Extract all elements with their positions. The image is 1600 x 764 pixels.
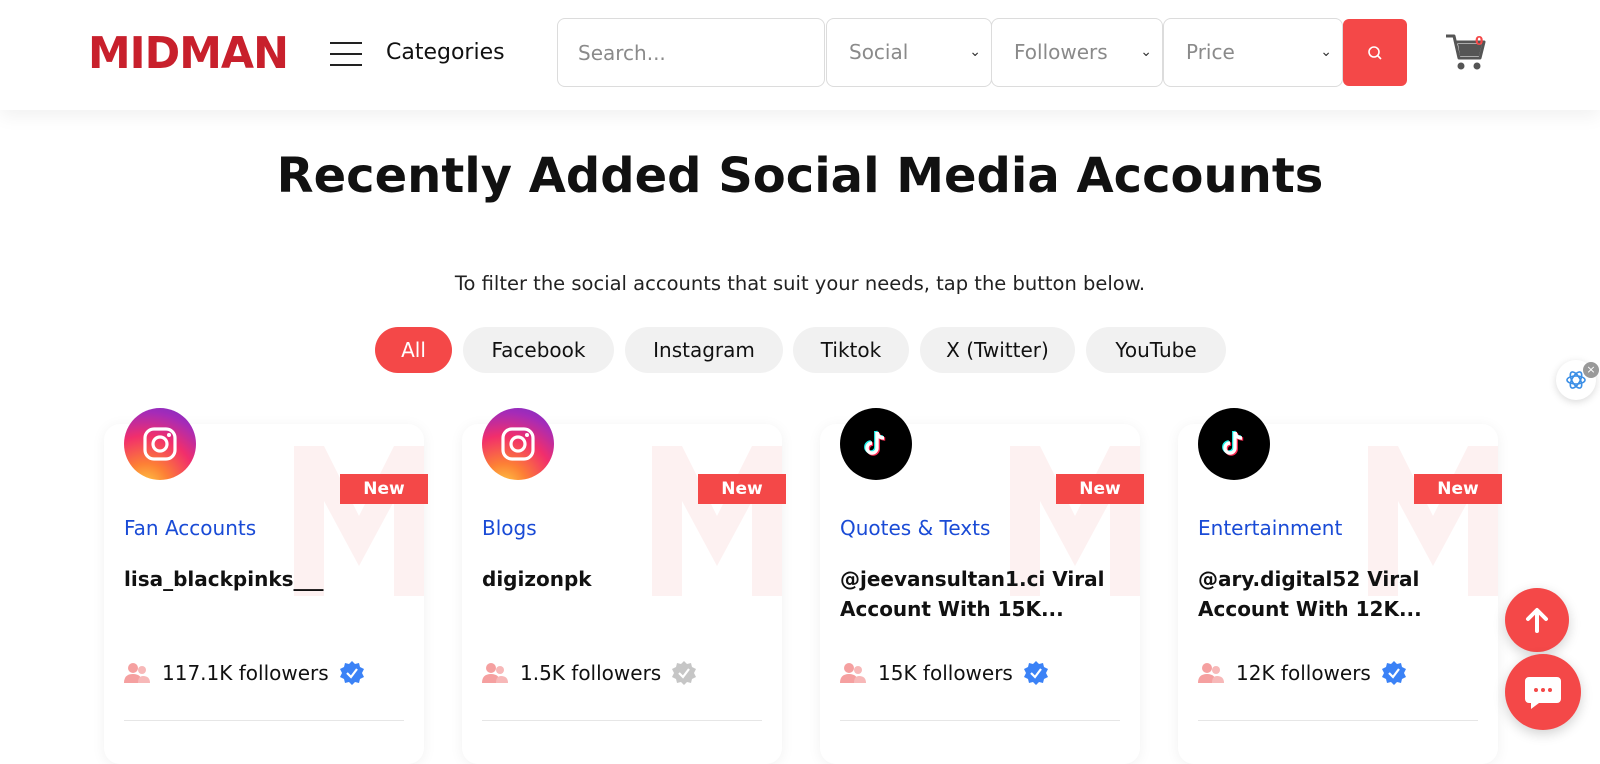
chevron-down-icon: ⌄ [969,44,981,60]
tiktok-icon [840,408,912,480]
card-category-link[interactable]: Entertainment [1198,516,1342,540]
search-button[interactable] [1343,19,1407,86]
unverified-badge-icon [672,661,697,685]
followers-count: 1.5K followers [520,661,662,685]
price-filter-select[interactable]: Price ⌄ [1163,18,1343,87]
menu-button[interactable] [330,42,362,68]
social-filter-select[interactable]: Social ⌄ [826,18,992,87]
tiktok-glyph [864,430,886,456]
followers-count: 12K followers [1236,661,1371,685]
card-category-link[interactable]: Quotes & Texts [840,516,990,540]
card-divider [840,720,1120,721]
hamburger-icon [330,42,362,44]
logo-wordmark: MIDMAN [88,28,289,79]
chip-all[interactable]: All [375,327,452,373]
verified-badge-icon [339,661,364,685]
chevron-down-icon: ⌄ [1320,44,1332,60]
cart-count-badge: 0 [1475,34,1484,48]
close-icon[interactable]: × [1583,362,1599,378]
tiktok-icon [1198,408,1270,480]
chip-x-twitter[interactable]: X (Twitter) [920,327,1075,373]
tiktok-glyph [1222,430,1244,456]
card-category-link[interactable]: Fan Accounts [124,516,256,540]
verified-badge-icon [1023,661,1048,685]
followers-filter-label: Followers [1014,40,1108,64]
users-icon [482,663,508,683]
followers-count: 15K followers [878,661,1013,685]
verified-badge-icon [1381,661,1406,685]
followers-row: 15K followers [840,658,1049,688]
chip-youtube[interactable]: YouTube [1086,327,1226,373]
followers-count: 117.1K followers [162,661,329,685]
account-name[interactable]: @jeevansultan1.ci Viral Account With 15K… [840,564,1120,624]
card-category-link[interactable]: Blogs [482,516,537,540]
followers-row: 12K followers [1198,658,1407,688]
instagram-icon [482,408,554,480]
account-name[interactable]: digizonpk [482,564,762,594]
search-icon [1368,45,1382,60]
logo-text: MIDMAN [88,30,288,74]
filter-instructions: To filter the social accounts that suit … [454,272,1146,295]
new-badge: New [1056,474,1144,504]
chip-tiktok[interactable]: Tiktok [793,327,909,373]
account-card[interactable]: New Blogs digizonpk 1.5K followers [462,408,786,764]
instagram-icon [124,408,196,480]
categories-label[interactable]: Categories [386,40,505,65]
hamburger-line [330,64,362,66]
followers-row: 1.5K followers [482,658,697,688]
card-divider [1198,720,1478,721]
price-filter-label: Price [1186,40,1235,64]
arrow-up-icon [1526,608,1548,633]
account-card[interactable]: New Quotes & Texts @jeevansultan1.ci Vir… [820,408,1144,764]
account-name[interactable]: lisa_blackpinks___ [124,564,404,594]
hamburger-line [330,53,362,55]
instagram-glyph [501,427,535,461]
users-icon [124,663,150,683]
card-divider [124,720,404,721]
chip-facebook[interactable]: Facebook [463,327,614,373]
chip-instagram[interactable]: Instagram [625,327,783,373]
social-filter-label: Social [849,40,909,64]
account-card[interactable]: New Fan Accounts lisa_blackpinks___ 117.… [104,408,428,764]
site-header: MIDMAN Categories Social ⌄ Followers ⌄ P… [0,0,1600,110]
chat-icon [1525,677,1561,709]
search-field[interactable] [557,18,825,87]
page-title: Recently Added Social Media Accounts [276,148,1324,204]
instagram-glyph [143,427,177,461]
new-badge: New [698,474,786,504]
scroll-to-top-button[interactable] [1505,588,1569,652]
new-badge: New [1414,474,1502,504]
account-card[interactable]: New Entertainment @ary.digital52 Viral A… [1178,408,1502,764]
users-icon [1198,663,1224,683]
chat-button[interactable] [1505,654,1581,730]
new-badge: New [340,474,428,504]
card-divider [482,720,762,721]
account-name[interactable]: @ary.digital52 Viral Account With 12K... [1198,564,1478,624]
users-icon [840,663,866,683]
followers-filter-select[interactable]: Followers ⌄ [991,18,1163,87]
search-input[interactable] [558,19,824,86]
midman-logo[interactable]: MIDMAN [88,28,294,79]
followers-row: 117.1K followers [124,658,365,688]
chevron-down-icon: ⌄ [1140,44,1152,60]
